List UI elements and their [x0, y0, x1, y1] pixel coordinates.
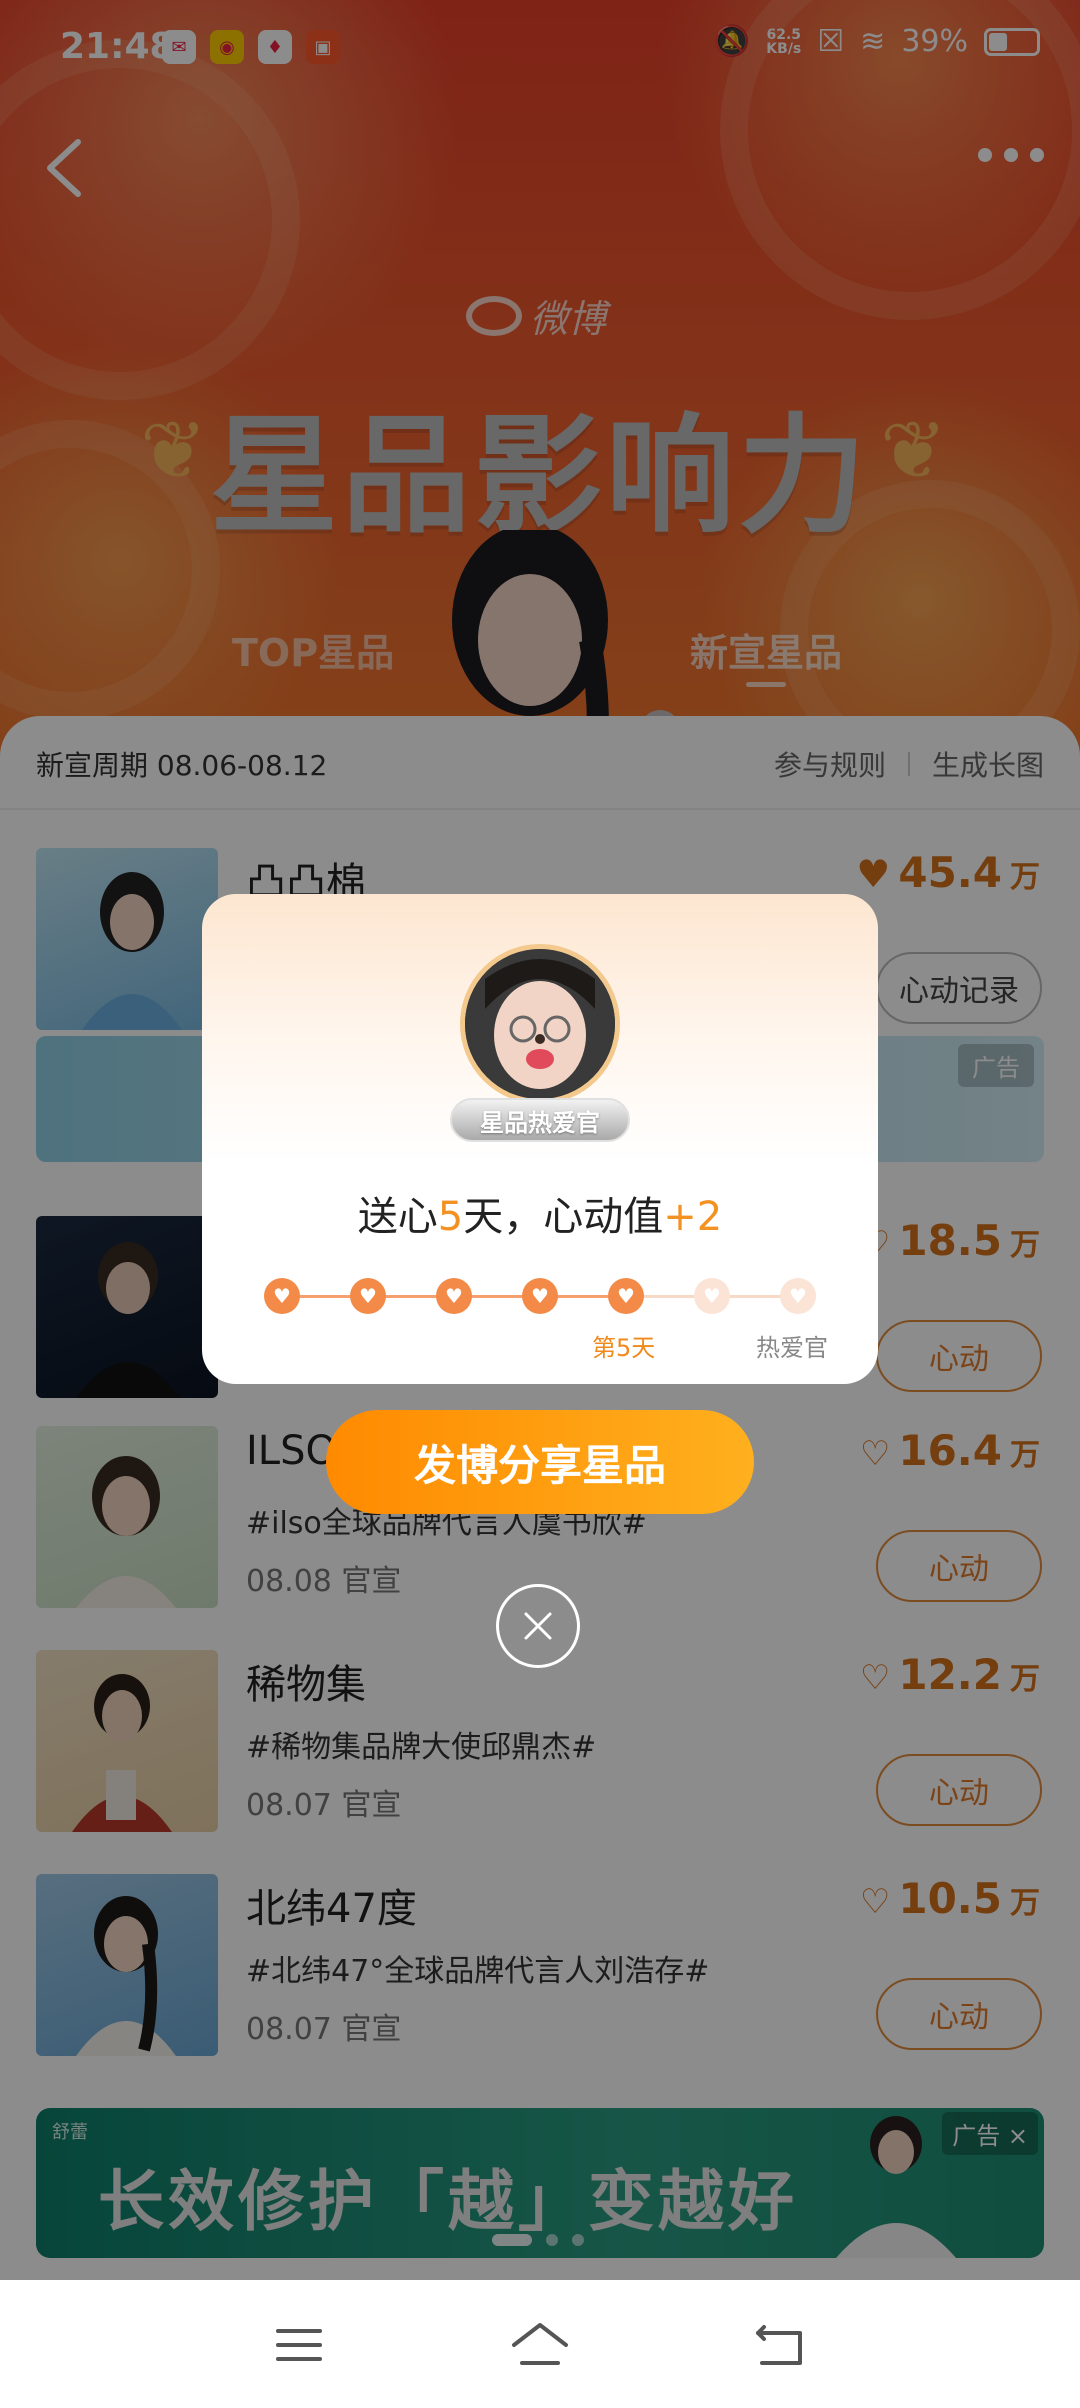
progress-heart-icon: ♥: [778, 1276, 818, 1316]
progress-heart-icon: ♥: [606, 1276, 646, 1316]
system-nav-bar: [0, 2280, 1080, 2408]
return-button[interactable]: [746, 2310, 816, 2380]
close-icon: [524, 1612, 552, 1640]
progress-heart-icon: ♥: [348, 1276, 388, 1316]
home-icon: [512, 2323, 568, 2365]
progress-heart-icon: ♥: [434, 1276, 474, 1316]
progress-heart-icon: ♥: [262, 1276, 302, 1316]
back-nav-icon: [756, 2325, 802, 2365]
home-button[interactable]: [505, 2310, 575, 2380]
menu-button[interactable]: [264, 2310, 334, 2380]
current-day-label: 第5天: [592, 1334, 656, 1362]
goal-label: 热爱官: [756, 1334, 828, 1362]
heart-reward-popup: 星品热爱官 送心5天，心动值+2 ♥ ♥ ♥ ♥ ♥ ♥ ♥ 第5天 热爱官: [202, 894, 878, 1384]
popup-message: 送心5天，心动值+2: [357, 1194, 723, 1240]
fan-badge: 星品热爱官: [450, 1098, 630, 1142]
progress-heart-icon: ♥: [692, 1276, 732, 1316]
avatar: [460, 944, 620, 1104]
popup-close-button[interactable]: [496, 1584, 580, 1668]
share-post-button[interactable]: 发博分享星品: [326, 1410, 754, 1514]
progress-heart-icon: ♥: [520, 1276, 560, 1316]
menu-icon: [276, 2329, 322, 2361]
streak-progress: ♥ ♥ ♥ ♥ ♥ ♥ ♥: [262, 1276, 818, 1316]
